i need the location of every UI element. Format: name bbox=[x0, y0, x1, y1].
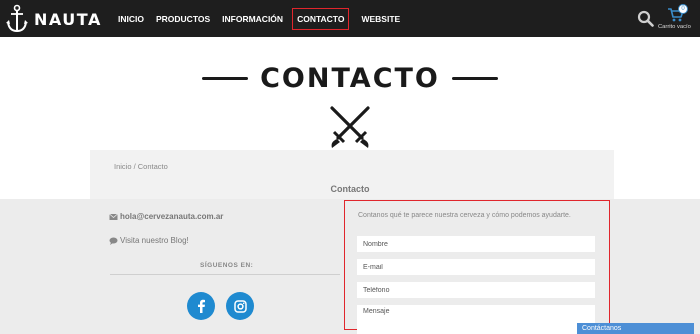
divider bbox=[110, 274, 340, 275]
heading-line-right bbox=[451, 76, 498, 80]
page: NAUTA INICIO PRODUCTOS INFORMACIÓN CONTA… bbox=[0, 0, 700, 334]
crossed-swords-icon bbox=[330, 106, 370, 148]
contact-email[interactable]: hola@cervezanauta.com.ar bbox=[109, 212, 223, 221]
nav-item-contacto[interactable]: CONTACTO bbox=[292, 7, 350, 30]
cart-button[interactable]: 0 Carrito vacío bbox=[658, 3, 696, 35]
top-navigation-bar: NAUTA INICIO PRODUCTOS INFORMACIÓN CONTA… bbox=[0, 0, 700, 37]
brand-logo[interactable]: NAUTA bbox=[6, 4, 102, 34]
search-icon[interactable] bbox=[637, 10, 654, 27]
hero-heading: CONTACTO bbox=[0, 58, 700, 98]
nav-item-inicio[interactable]: INICIO bbox=[118, 14, 144, 24]
contact-us-tab[interactable]: Contáctanos bbox=[577, 323, 694, 334]
anchor-icon bbox=[6, 4, 28, 33]
nav-item-website[interactable]: WEBSITE bbox=[361, 14, 400, 24]
cart-label: Carrito vacío bbox=[658, 24, 691, 30]
instagram-icon bbox=[233, 299, 247, 313]
brand-name: NAUTA bbox=[34, 9, 102, 29]
phone-field[interactable] bbox=[357, 282, 595, 298]
contact-email-text: hola@cervezanauta.com.ar bbox=[120, 212, 224, 221]
cart-count-badge: 0 bbox=[678, 4, 688, 14]
facebook-button[interactable] bbox=[187, 292, 215, 320]
nav-item-productos[interactable]: PRODUCTOS bbox=[156, 14, 210, 24]
blog-link[interactable]: Visita nuestro Blog! bbox=[109, 236, 189, 245]
email-field[interactable] bbox=[357, 259, 595, 275]
form-intro-text: Contanos qué te parece nuestra cerveza y… bbox=[358, 212, 571, 219]
follow-us-label: SÍGUENOS EN: bbox=[200, 262, 254, 269]
message-field[interactable] bbox=[357, 305, 595, 334]
heading-line-left bbox=[202, 76, 249, 80]
speech-bubble-icon bbox=[109, 237, 118, 245]
instagram-button[interactable] bbox=[226, 292, 254, 320]
breadcrumb[interactable]: Inicio / Contacto bbox=[114, 162, 168, 171]
facebook-icon bbox=[198, 299, 205, 313]
section-title: Contacto bbox=[330, 184, 370, 194]
blog-link-text: Visita nuestro Blog! bbox=[120, 236, 189, 245]
page-title: CONTACTO bbox=[260, 62, 440, 94]
name-field[interactable] bbox=[357, 236, 595, 252]
envelope-icon bbox=[109, 213, 118, 220]
main-nav: INICIO PRODUCTOS INFORMACIÓN CONTACTO WE… bbox=[118, 0, 412, 37]
nav-item-informacion[interactable]: INFORMACIÓN bbox=[222, 14, 283, 24]
